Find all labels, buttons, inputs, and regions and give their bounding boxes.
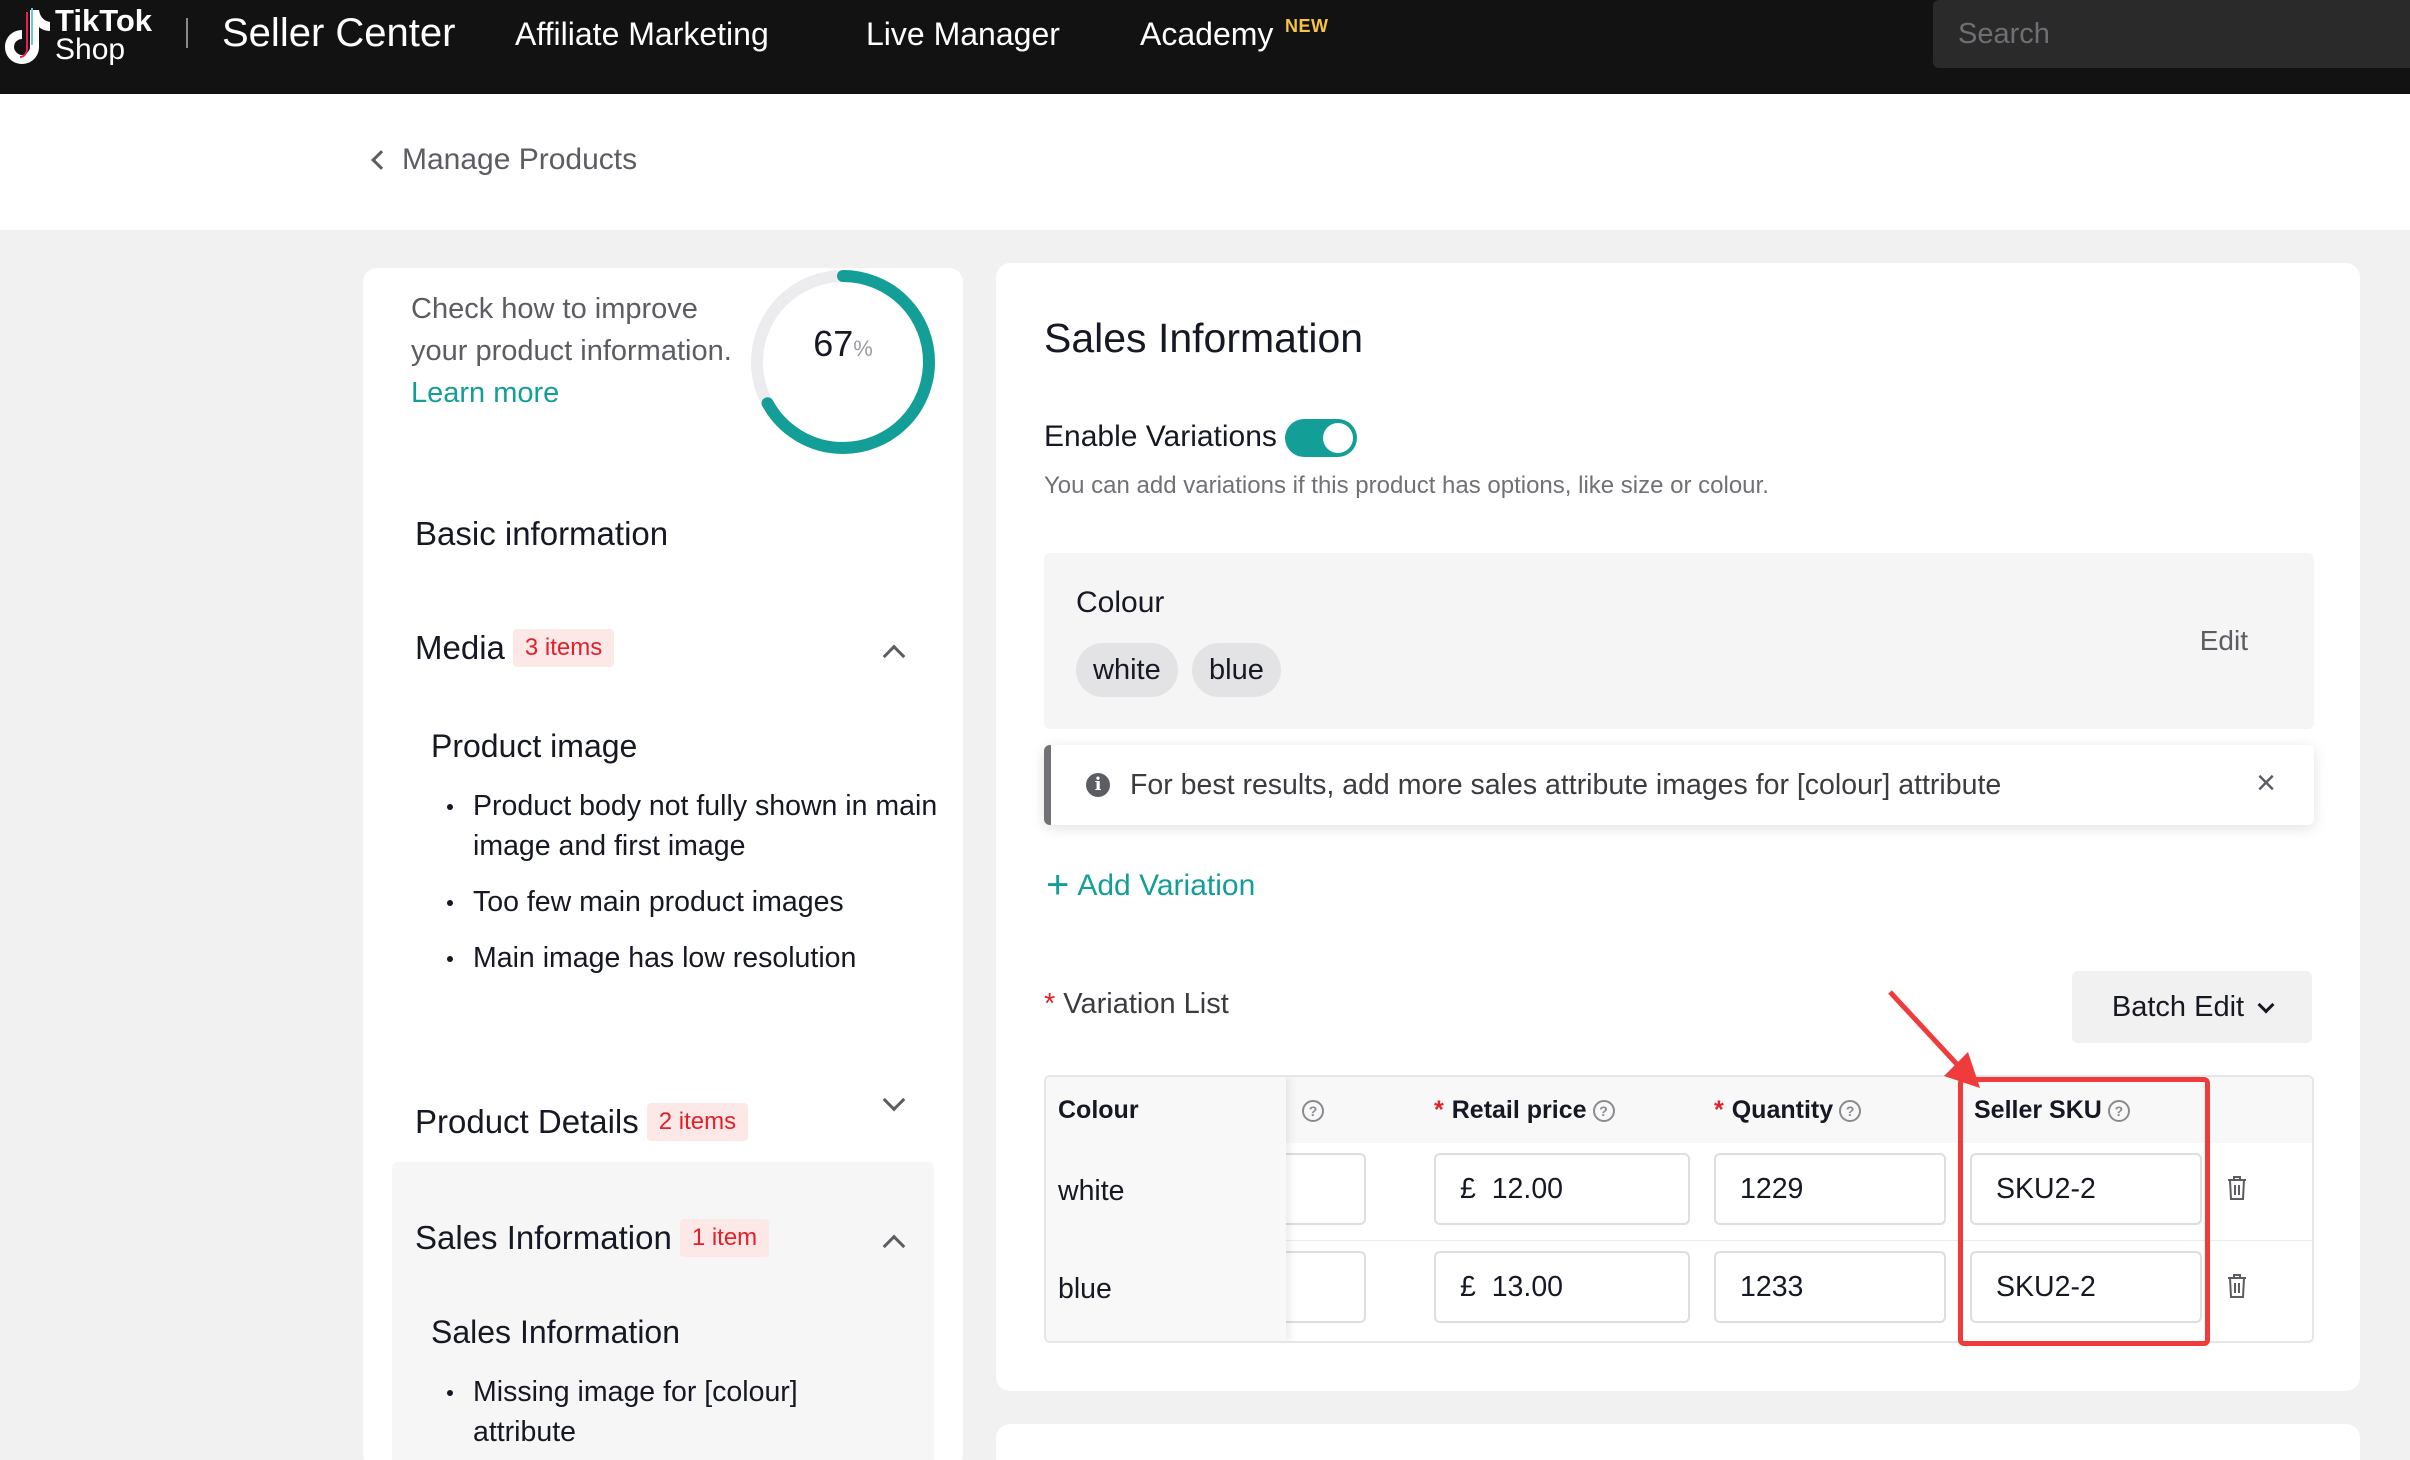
header-quantity: * Quantity? [1714,1077,1862,1143]
product-details-title: Product Details [415,1103,639,1140]
row-colour-blue: blue [1058,1273,1112,1305]
trash-icon[interactable] [2226,1273,2248,1299]
section-basic-information[interactable]: Basic information [415,514,668,554]
seller-sku-highlight-box [1958,1077,2210,1346]
required-asterisk: * [1434,1096,1444,1124]
product-quality-sidebar: Check how to improve your product inform… [363,268,963,1460]
info-icon: i [1086,773,1110,797]
list-item: Main image has low resolution [431,938,941,978]
row-colour-white: white [1058,1175,1125,1207]
back-to-manage-products[interactable]: Manage Products [371,142,638,178]
batch-edit-button[interactable]: Batch Edit [2072,971,2312,1043]
currency-symbol: £ [1460,1271,1476,1303]
product-details-issue-badge: 2 items [646,1103,749,1141]
retail-price-input[interactable]: £ 12.00 [1434,1153,1690,1225]
quantity-input[interactable]: 1233 [1714,1251,1946,1323]
header-retail-price: * Retail price? [1434,1077,1615,1143]
media-issue-badge: 3 items [512,629,615,667]
chevron-down-icon[interactable] [882,1088,906,1112]
colour-chip-blue[interactable]: blue [1192,643,1281,697]
sales-info-subtitle: Sales Information [431,1314,681,1350]
header-colour: Colour [1058,1096,1139,1124]
plus-icon: + [1046,863,1070,907]
list-item: Product body not fully shown in main ima… [431,786,941,866]
quantity-input[interactable]: 1229 [1714,1153,1946,1225]
page-title: Sales Information [1044,315,1364,361]
currency-symbol: £ [1460,1173,1476,1205]
batch-edit-label: Batch Edit [2111,991,2245,1023]
hidden-column-header: ? [1296,1077,1324,1143]
toggle-knob [1323,423,1353,453]
enable-variations-toggle[interactable] [1285,419,1357,457]
list-item: Too few main product images [431,882,941,922]
colour-chip-white[interactable]: white [1076,643,1178,697]
chevron-left-icon [371,150,391,170]
sales-info-issue-badge: 1 item [679,1219,770,1257]
retail-price-value: 12.00 [1491,1173,1564,1205]
nav-academy[interactable]: Academy [1140,14,1273,54]
edit-variation-button[interactable]: Edit [2200,623,2248,659]
retail-price-input[interactable]: £ 13.00 [1434,1251,1690,1323]
quantity-header-text: Quantity [1731,1096,1834,1124]
tiktok-shop-logo[interactable]: TikTok Shop [0,3,160,68]
variation-list-label: * Variation List [1044,986,1229,1022]
required-asterisk: * [1044,988,1056,1020]
back-link-label: Manage Products [402,143,638,176]
help-icon[interactable]: ? [1302,1100,1324,1122]
score-description: Check how to improve your product inform… [411,288,741,414]
nav-affiliate-marketing[interactable]: Affiliate Marketing [515,14,769,54]
learn-more-link[interactable]: Learn more [411,377,559,409]
colour-column: Colour white blue [1046,1077,1286,1341]
score-value: 67% [743,324,943,369]
score-unit: % [853,336,873,361]
top-navigation-bar: TikTok Shop Seller Center Affiliate Mark… [0,0,2410,94]
page-subheader: Manage Products [0,94,2410,230]
enable-variations-label: Enable Variations [1044,420,1277,453]
academy-new-badge: NEW [1285,16,1329,36]
logo-divider [186,18,188,48]
help-icon[interactable]: ? [1839,1100,1862,1122]
retail-price-value: 13.00 [1491,1271,1564,1303]
enable-variations-description: You can add variations if this product h… [1044,472,1769,499]
required-asterisk: * [1714,1096,1724,1124]
add-variation-button[interactable]: + Add Variation [1046,865,1255,906]
section-sales-information[interactable]: Sales Information 1 item [415,1218,770,1258]
sales-info-issues: Missing image for [colour] attribute [431,1372,861,1460]
sales-info-title: Sales Information [415,1219,672,1256]
chevron-down-icon [2257,996,2275,1014]
nav-live-manager[interactable]: Live Manager [866,14,1060,54]
colour-label: Colour [1076,586,1165,619]
section-product-details[interactable]: Product Details 2 items [415,1102,749,1142]
media-title: Media [415,629,505,666]
logo-wordmark: TikTok Shop [55,3,153,66]
attribute-image-notice: i For best results, add more sales attri… [1044,745,2314,825]
variation-list-text: Variation List [1063,988,1229,1020]
score-text: Check how to improve your product inform… [411,293,732,367]
trash-icon[interactable] [2226,1175,2248,1201]
notice-text: For best results, add more sales attribu… [1130,769,2002,801]
list-item: Missing image for [colour] attribute [431,1372,861,1452]
retail-price-header-text: Retail price [1451,1096,1587,1124]
next-section-panel [996,1424,2360,1460]
tiktok-note-icon [5,8,50,64]
seller-center-title[interactable]: Seller Center [222,10,455,56]
score-number: 67 [813,323,854,364]
product-image-title: Product image [431,728,638,764]
chevron-up-icon[interactable] [882,644,906,668]
close-icon[interactable]: × [2256,765,2276,801]
colour-variation-box: Colour white blue Edit [1044,553,2314,729]
search-input[interactable]: Search [1933,0,2410,68]
add-variation-label: Add Variation [1077,869,1256,902]
section-media[interactable]: Media 3 items [415,628,615,668]
help-icon[interactable]: ? [1592,1100,1615,1122]
product-image-issues: Product body not fully shown in main ima… [431,786,941,994]
